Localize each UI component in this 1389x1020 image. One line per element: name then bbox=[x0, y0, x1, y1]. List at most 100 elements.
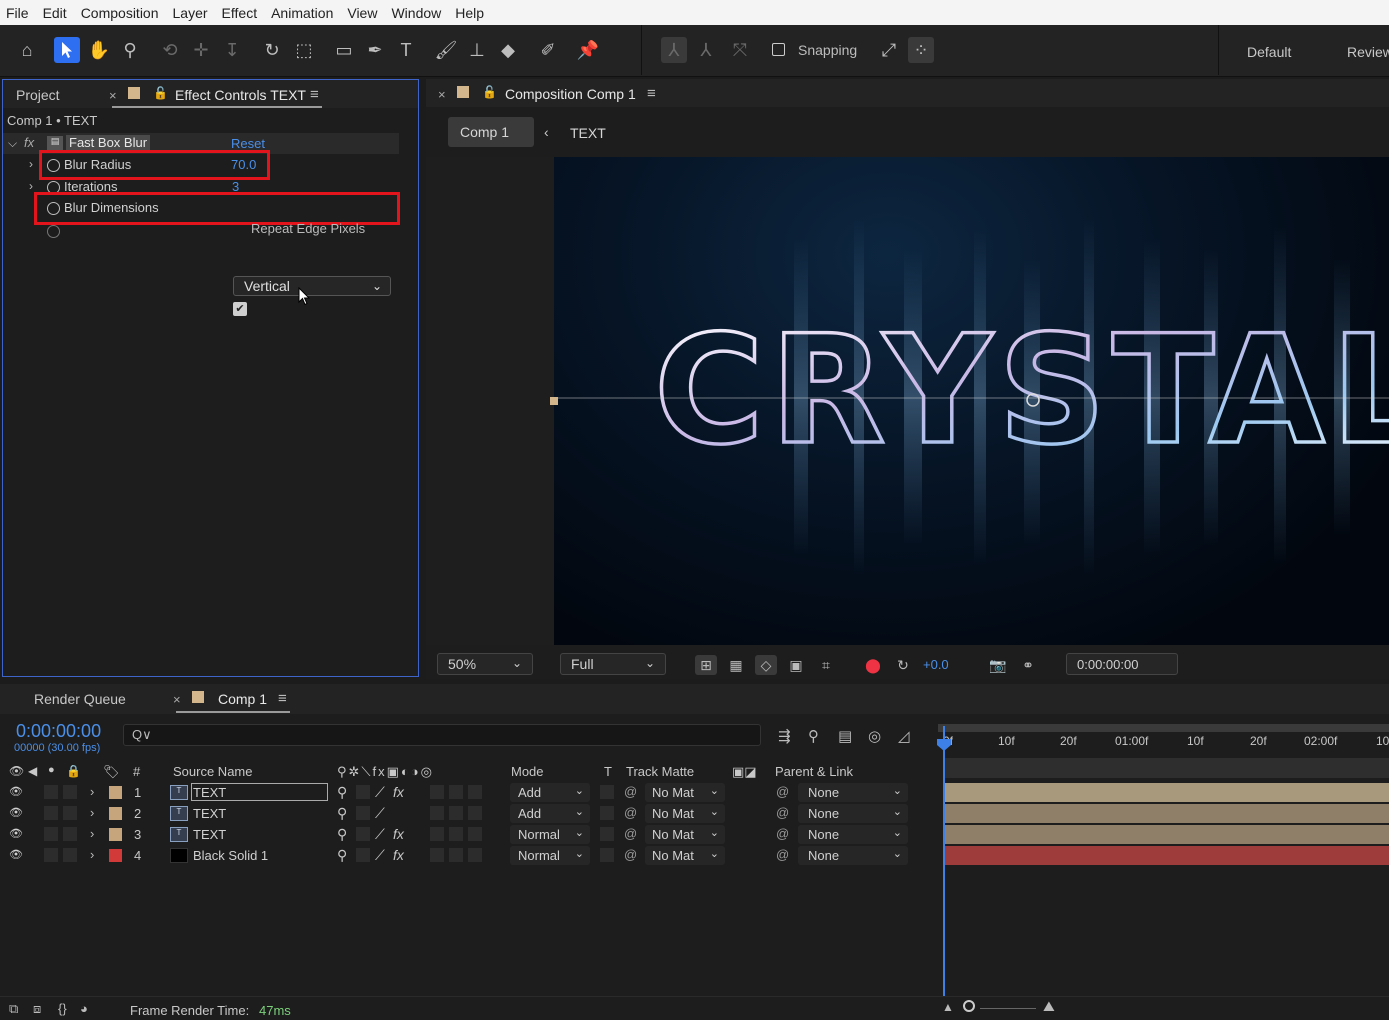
frame-blend-switch[interactable] bbox=[430, 827, 444, 841]
menu-view[interactable]: View bbox=[347, 5, 377, 21]
chevron-right-icon[interactable]: › bbox=[90, 826, 94, 841]
brush-tool-icon[interactable]: 🖌 bbox=[433, 37, 459, 63]
parent-pick-whip-icon[interactable]: @ bbox=[776, 805, 789, 820]
chevron-right-icon[interactable]: › bbox=[90, 784, 94, 799]
timeline-current-time[interactable]: 0:00:00:00 bbox=[16, 721, 101, 742]
menu-edit[interactable]: Edit bbox=[43, 5, 67, 21]
lock-toggle[interactable] bbox=[63, 848, 77, 862]
snapping-checkbox[interactable] bbox=[772, 43, 785, 56]
eye-icon[interactable]: 👁 bbox=[9, 827, 23, 840]
solo-toggle[interactable] bbox=[44, 785, 58, 799]
zoom-in-icon[interactable]: ⛰ bbox=[1043, 998, 1055, 1015]
zoom-out-icon[interactable]: ▲ bbox=[942, 1000, 954, 1014]
preserve-transparency-toggle[interactable] bbox=[600, 785, 614, 799]
twirl-closed-icon[interactable]: › bbox=[29, 179, 33, 193]
pan-behind-tool-icon[interactable]: ⬚ bbox=[291, 37, 317, 63]
fx-switch-icon[interactable]: fx bbox=[393, 826, 404, 842]
motion-blur-switch[interactable] bbox=[449, 848, 463, 862]
adjustment-switch[interactable] bbox=[468, 848, 482, 862]
preserve-transparency-toggle[interactable] bbox=[600, 848, 614, 862]
local-axis-icon[interactable]: ⅄ bbox=[661, 37, 687, 63]
layer-duration-bar[interactable] bbox=[945, 846, 1389, 865]
collapse-switch[interactable] bbox=[356, 806, 370, 820]
layer-duration-bar[interactable] bbox=[945, 825, 1389, 844]
eye-icon[interactable]: 👁 bbox=[9, 785, 23, 798]
graph-editor-icon[interactable]: ◿ bbox=[898, 727, 910, 745]
stopwatch-icon[interactable] bbox=[47, 225, 60, 238]
layer-duration-bar[interactable] bbox=[945, 804, 1389, 823]
motion-blur-switch[interactable] bbox=[449, 785, 463, 799]
parent-select[interactable]: None ⌄ bbox=[798, 825, 908, 844]
repeat-edge-checkbox[interactable]: ✔ bbox=[233, 302, 247, 316]
resolution-select[interactable]: Full ⌄ bbox=[560, 653, 666, 675]
motion-blur-switch[interactable] bbox=[449, 806, 463, 820]
layer-name[interactable]: TEXT bbox=[191, 783, 328, 801]
label-color-swatch[interactable] bbox=[109, 807, 122, 820]
shy-switch-icon[interactable]: ⚲ bbox=[337, 805, 347, 822]
crumb-comp[interactable]: Comp 1 bbox=[448, 117, 534, 147]
playhead[interactable] bbox=[943, 726, 945, 998]
layer-name[interactable]: TEXT bbox=[193, 827, 226, 842]
snap-features-icon[interactable]: ⁘ bbox=[908, 37, 934, 63]
snap-edges-icon[interactable]: ⤢ bbox=[876, 37, 902, 63]
tab-composition[interactable]: Composition Comp 1 bbox=[505, 86, 636, 102]
shy-switch-icon[interactable]: ⚲ bbox=[337, 847, 347, 864]
exposure-value[interactable]: +0.0 bbox=[923, 657, 949, 672]
menu-file[interactable]: File bbox=[6, 5, 29, 21]
guides-grid-icon[interactable]: ⌗ bbox=[815, 655, 837, 675]
frame-blend-switch[interactable] bbox=[430, 848, 444, 862]
layer-name[interactable]: Black Solid 1 bbox=[193, 848, 268, 863]
label-color-swatch[interactable] bbox=[109, 849, 122, 862]
fx-icon[interactable]: fx bbox=[24, 135, 34, 150]
parent-pick-whip-icon[interactable]: @ bbox=[776, 826, 789, 841]
solo-toggle[interactable] bbox=[44, 827, 58, 841]
blend-mode-select[interactable]: Normal ⌄ bbox=[510, 825, 590, 844]
tab-comp[interactable]: Comp 1 bbox=[218, 691, 267, 707]
label-color-swatch[interactable] bbox=[109, 786, 122, 799]
layer-row[interactable]: 👁 › 3 T TEXT ⚲ ⟋ fx Normal ⌄ @ No Mat ⌄ @ None ⌄ bbox=[0, 824, 1389, 845]
solo-toggle[interactable] bbox=[44, 806, 58, 820]
dolly-camera-icon[interactable]: ↧ bbox=[219, 37, 245, 63]
lock-toggle[interactable] bbox=[63, 806, 77, 820]
quality-switch-icon[interactable]: ⟋ bbox=[375, 805, 385, 822]
eraser-tool-icon[interactable]: ◆ bbox=[495, 37, 521, 63]
adjustment-switch[interactable] bbox=[468, 806, 482, 820]
tab-render-queue[interactable]: Render Queue bbox=[34, 691, 126, 707]
world-axis-icon[interactable]: ⅄ bbox=[693, 37, 719, 63]
adjustment-switch[interactable] bbox=[468, 785, 482, 799]
blend-mode-select[interactable]: Add ⌄ bbox=[510, 804, 590, 823]
menu-layer[interactable]: Layer bbox=[173, 5, 208, 21]
lock-icon[interactable]: 🔓 bbox=[482, 85, 497, 99]
composition-viewer[interactable]: CRYSTAL bbox=[554, 157, 1389, 645]
transparency-grid-icon[interactable]: ▦ bbox=[725, 655, 747, 675]
layer-search-input[interactable]: Q∨ bbox=[123, 724, 761, 746]
transfer-controls-toggle-icon[interactable]: ⧈ bbox=[33, 1001, 41, 1017]
close-icon[interactable]: × bbox=[109, 88, 117, 103]
workspace-review[interactable]: Review bbox=[1347, 44, 1389, 60]
pen-tool-icon[interactable]: ✒ bbox=[362, 37, 388, 63]
chevron-right-icon[interactable]: › bbox=[90, 847, 94, 862]
pick-whip-icon[interactable]: @ bbox=[624, 847, 637, 862]
track-matte-select[interactable]: No Mat ⌄ bbox=[645, 804, 725, 823]
track-matte-select[interactable]: No Mat ⌄ bbox=[645, 846, 725, 865]
layer-anchor-handle[interactable] bbox=[550, 397, 558, 405]
column-source-name[interactable]: Source Name bbox=[173, 764, 252, 779]
view-axis-icon[interactable]: ⤧ bbox=[727, 37, 753, 63]
frame-blend-switch[interactable] bbox=[430, 806, 444, 820]
preserve-transparency-toggle[interactable] bbox=[600, 827, 614, 841]
motion-blur-icon[interactable]: ◎ bbox=[868, 727, 881, 745]
clone-stamp-tool-icon[interactable]: ⊥ bbox=[464, 37, 490, 63]
blur-dimensions-dropdown[interactable]: Vertical ⌄ bbox=[233, 276, 391, 296]
track-matte-select[interactable]: No Mat ⌄ bbox=[645, 783, 725, 802]
close-icon[interactable]: × bbox=[173, 692, 181, 707]
reset-link[interactable]: Reset bbox=[231, 136, 265, 151]
panel-menu-icon[interactable]: ≡ bbox=[647, 85, 656, 102]
blend-mode-select[interactable]: Normal ⌄ bbox=[510, 846, 590, 865]
selection-tool-icon[interactable] bbox=[54, 37, 80, 63]
zoom-select[interactable]: 50% ⌄ bbox=[437, 653, 533, 675]
zoom-slider-track[interactable] bbox=[980, 1008, 1036, 1009]
composition-mini-flowchart-icon[interactable]: ⇶ bbox=[778, 727, 791, 745]
chevron-left-icon[interactable]: ‹ bbox=[544, 124, 549, 140]
lock-toggle[interactable] bbox=[63, 785, 77, 799]
parent-select[interactable]: None ⌄ bbox=[798, 804, 908, 823]
